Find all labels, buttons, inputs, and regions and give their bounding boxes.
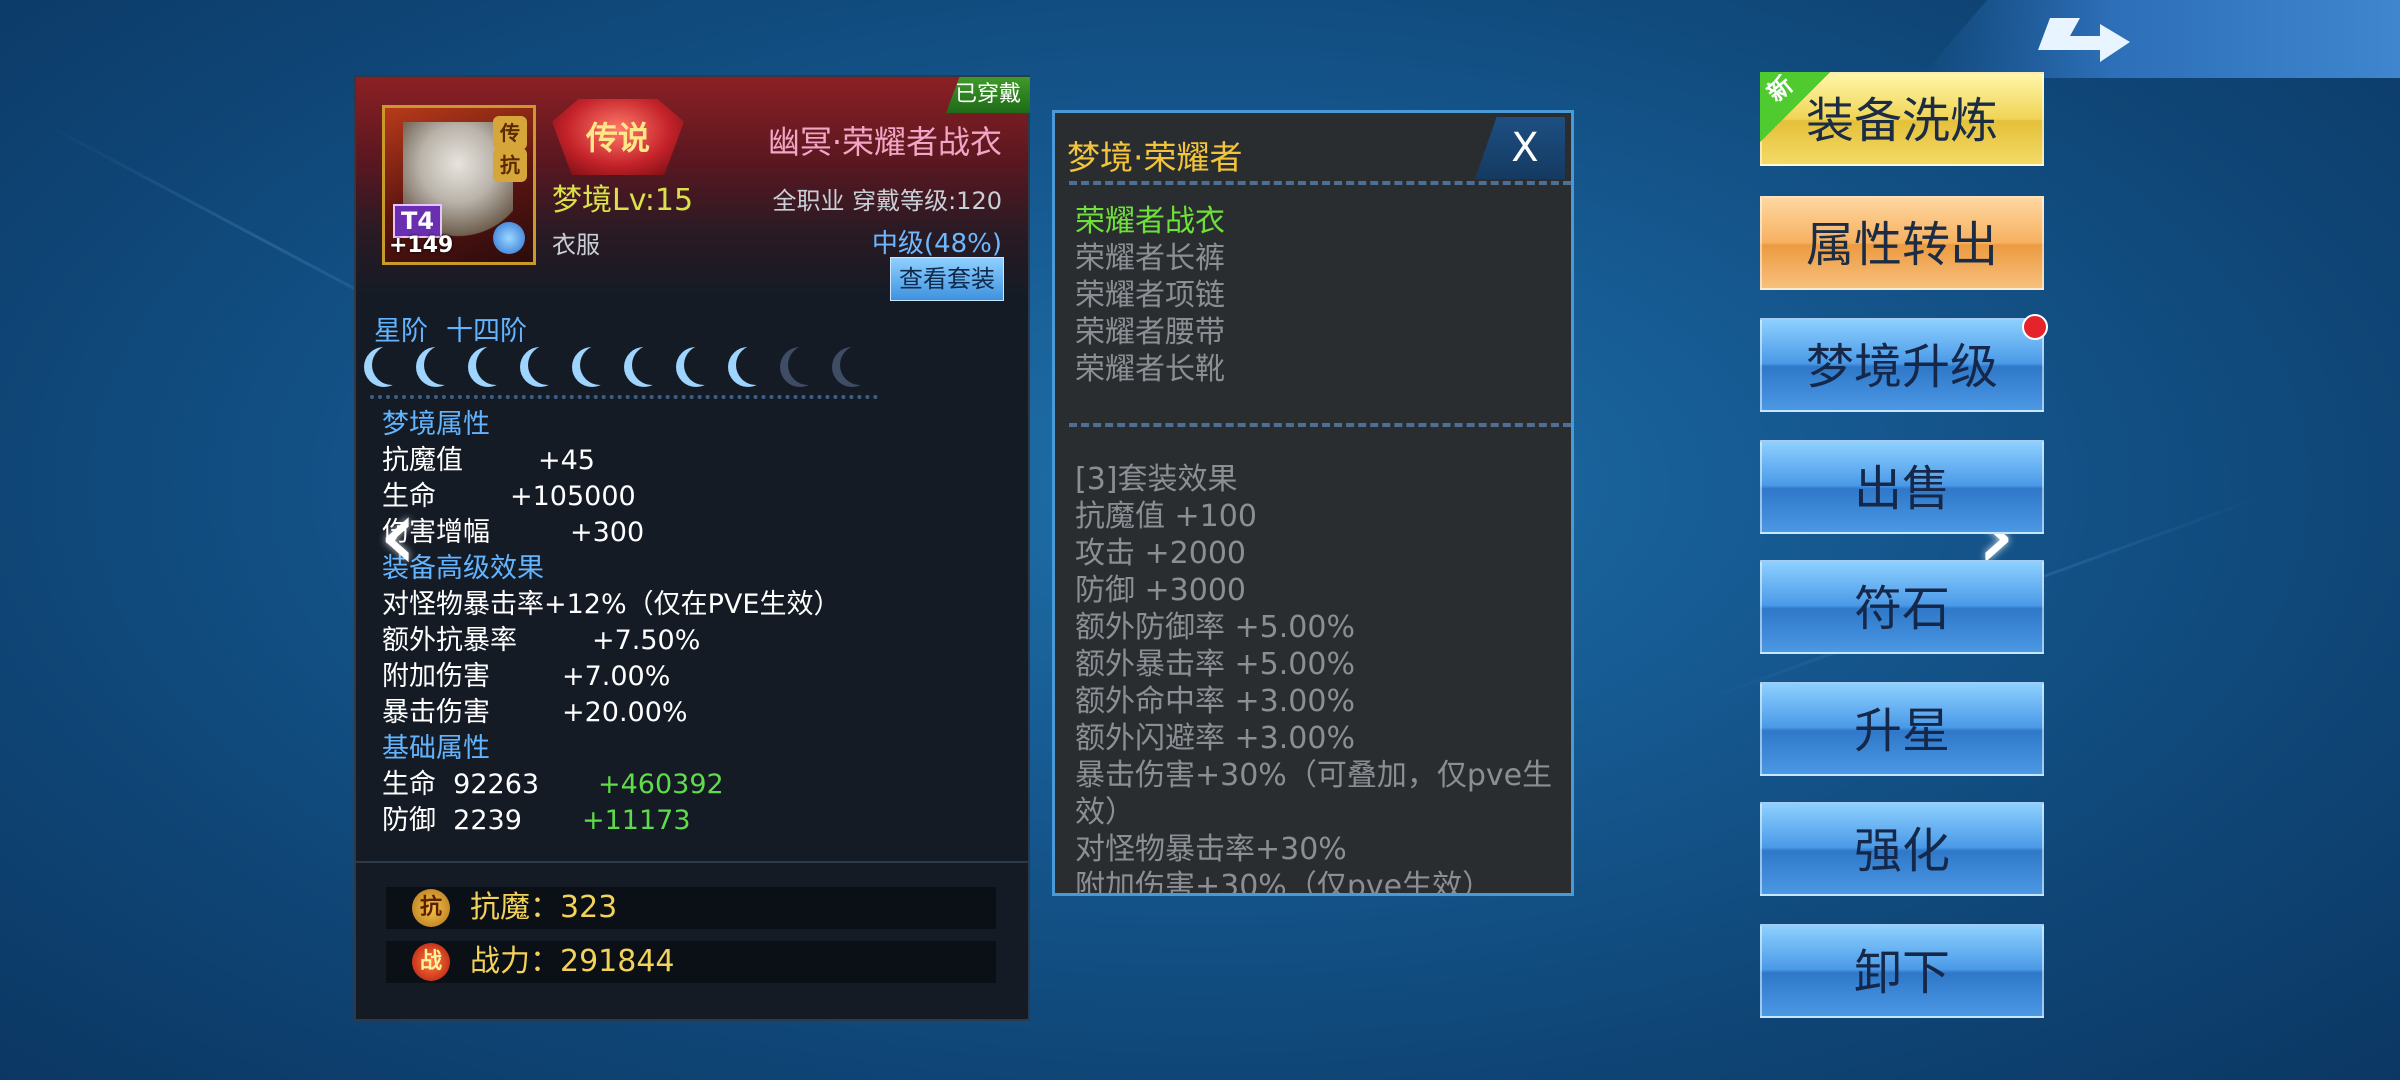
advanced-attr-header: 装备高级效果 <box>382 553 544 584</box>
moon-star-icon <box>684 345 724 385</box>
divider <box>370 395 878 399</box>
power-icon: 战 <box>412 943 450 981</box>
attribute-list: 梦境属性 抗魔值 +45 生命 +105000 伤害增幅 +300 装备高级效果 对怪… <box>382 407 840 839</box>
set-effect-list: [3]套装效果 抗魔值 +100 攻击 +2000 防御 +3000 额外防御率 +5.… <box>1075 461 1555 896</box>
moon-star-icon <box>476 345 516 385</box>
set-piece-item: 荣耀者战衣 <box>1075 204 1225 239</box>
set-effect-line: 额外防御率 +5.00% <box>1075 610 1355 645</box>
attr-row: 暴击伤害 +20.00% <box>382 697 688 728</box>
set-piece-item: 荣耀者长裤 <box>1075 241 1225 276</box>
resist-seal-icon: 抗 <box>493 148 527 182</box>
power-bar: 战 战力：291844 <box>386 941 996 983</box>
set-effect-line: 额外闪避率 +3.00% <box>1075 721 1355 756</box>
attr-row: 防御 2239 +11173 <box>382 805 691 836</box>
set-piece-item: 荣耀者长靴 <box>1075 352 1225 387</box>
resist-icon: 抗 <box>412 889 450 927</box>
set-effect-line: 额外暴击率 +5.00% <box>1075 647 1355 682</box>
item-detail-panel: 已穿戴 传 抗 T4 +149 传说 幽冥·荣耀者战衣 梦境Lv:15 全职业 … <box>354 75 1030 1021</box>
set-piece-item: 荣耀者项链 <box>1075 278 1225 313</box>
moon-star-icon <box>528 345 568 385</box>
rarity-badge: 传说 <box>552 99 684 175</box>
sell-button[interactable]: 出售 <box>1760 440 2044 534</box>
set-effect-line: 附加伤害+30%（仅pve生效） <box>1075 869 1493 896</box>
back-button[interactable] <box>2020 6 2150 72</box>
set-effect-line: 暴击伤害+30%（可叠加，仅pve生效） <box>1075 758 1553 830</box>
item-slot: 衣服 <box>552 231 600 259</box>
set-effect-line: 额外命中率 +3.00% <box>1075 684 1355 719</box>
moon-star-icon <box>424 345 464 385</box>
view-set-button[interactable]: 查看套装 <box>890 257 1004 301</box>
dream-upgrade-button[interactable]: 梦境升级 <box>1760 314 2048 412</box>
gem-icon <box>493 222 525 254</box>
attr-row: 抗魔值 +45 <box>382 445 595 476</box>
dream-attr-header: 梦境属性 <box>382 409 490 440</box>
notification-dot <box>2022 314 2048 340</box>
attr-row: 额外抗暴率 +7.50% <box>382 625 701 656</box>
attr-row: 对怪物暴击率+12%（仅在PVE生效） <box>382 589 841 620</box>
attr-row: 附加伤害 +7.00% <box>382 661 671 692</box>
set-effect-line: 抗魔值 +100 <box>1075 499 1257 534</box>
refine-button[interactable]: 新 装备洗炼 <box>1760 71 2044 166</box>
star-value: 十四阶 <box>446 316 527 347</box>
set-piece-list: 荣耀者战衣 荣耀者长裤 荣耀者项链 荣耀者腰带 荣耀者长靴 <box>1075 203 1225 388</box>
moon-star-icon <box>840 345 880 385</box>
moon-star-icon <box>788 345 828 385</box>
item-icon[interactable]: 传 抗 T4 +149 <box>382 105 536 265</box>
wear-requirement: 全职业 穿戴等级:120 <box>772 187 1002 215</box>
legend-seal-icon: 传 <box>493 116 527 150</box>
star-rank: 星阶 十四阶 <box>374 309 545 348</box>
rune-button[interactable]: 符石 <box>1760 560 2044 654</box>
resist-value: 抗魔：323 <box>470 890 618 925</box>
base-attr-header: 基础属性 <box>382 733 490 764</box>
prev-item-arrow-icon[interactable]: ‹ <box>368 480 428 590</box>
equipped-tag: 已穿戴 <box>946 77 1030 113</box>
power-value: 战力：291844 <box>470 944 675 979</box>
moon-star-icon <box>580 345 620 385</box>
moon-star-icon <box>372 345 412 385</box>
close-button[interactable]: X <box>1475 117 1565 179</box>
enhance-level: +149 <box>389 233 454 258</box>
top-right-banner <box>1920 0 2400 78</box>
set-effect-line: [3]套装效果 <box>1075 462 1238 497</box>
item-name: 幽冥·荣耀者战衣 <box>767 123 1002 161</box>
divider <box>1069 181 1571 185</box>
moon-star-icon <box>736 345 776 385</box>
attr-row: 生命 92263 +460392 <box>382 769 724 800</box>
new-badge: 新 <box>1760 71 1830 142</box>
set-effect-line: 防御 +3000 <box>1075 573 1247 608</box>
dream-level: 梦境Lv:15 <box>552 183 694 218</box>
item-grade: 中级(48%) <box>871 229 1002 259</box>
attr-row: 生命 +105000 <box>382 481 636 512</box>
star-up-button[interactable]: 升星 <box>1760 682 2044 776</box>
set-piece-item: 荣耀者腰带 <box>1075 315 1225 350</box>
star-label: 星阶 <box>374 316 428 347</box>
unequip-button[interactable]: 卸下 <box>1760 924 2044 1018</box>
resist-bar: 抗 抗魔：323 <box>386 887 996 929</box>
stat-summary: 抗 抗魔：323 战 战力：291844 <box>356 861 1028 1019</box>
enhance-button[interactable]: 强化 <box>1760 802 2044 896</box>
set-info-panel: 梦境·荣耀者 X 荣耀者战衣 荣耀者长裤 荣耀者项链 荣耀者腰带 荣耀者长靴 [3]套装… <box>1052 110 1574 896</box>
moon-star-icon <box>632 345 672 385</box>
set-effect-line: 对怪物暴击率+30% <box>1075 832 1347 867</box>
set-effect-line: 攻击 +2000 <box>1075 536 1247 571</box>
back-arrow-icon <box>2038 18 2130 62</box>
transfer-attr-button[interactable]: 属性转出 <box>1760 196 2044 290</box>
star-moons <box>372 345 880 385</box>
divider <box>1069 423 1571 427</box>
attr-row: 伤害增幅 +300 <box>382 517 645 548</box>
set-title: 梦境·荣耀者 <box>1067 138 1243 177</box>
